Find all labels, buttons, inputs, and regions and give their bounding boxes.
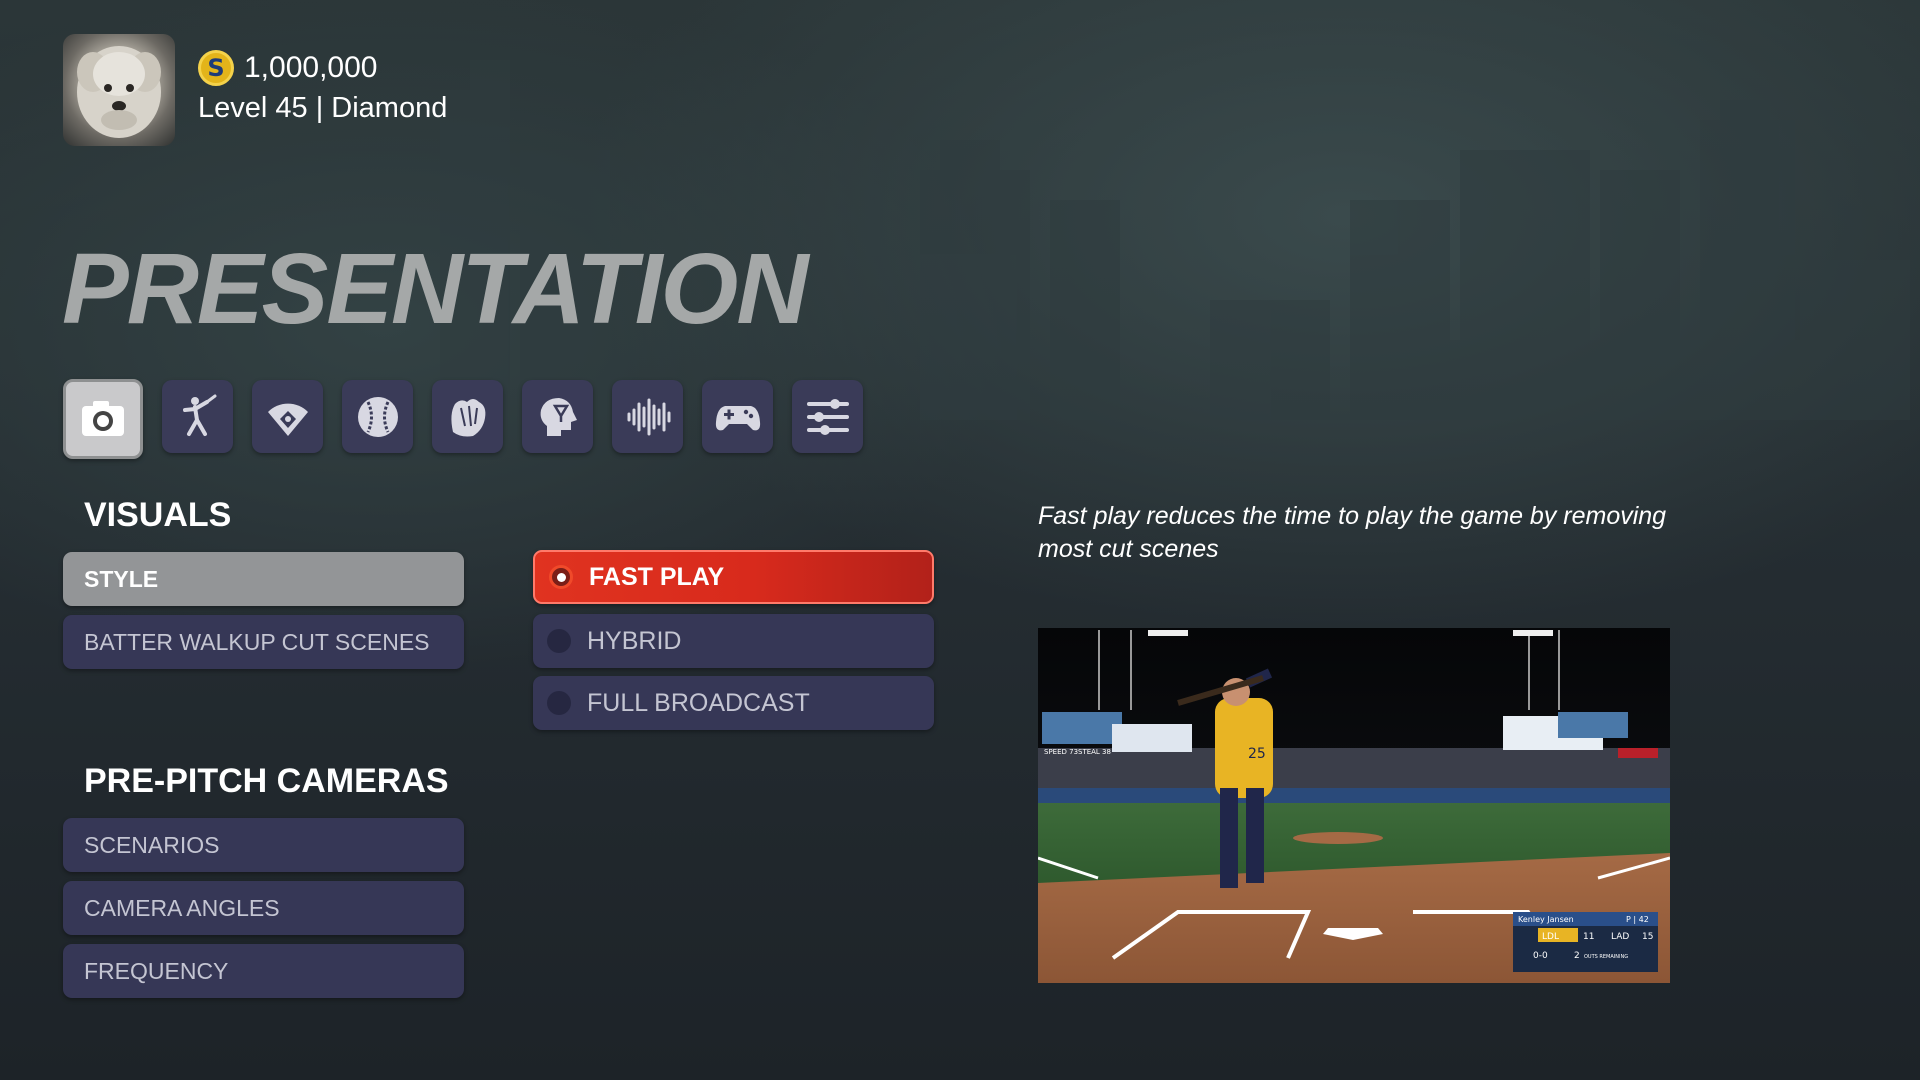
scorebug-pitcher: Kenley Jansen (1518, 915, 1574, 924)
scorebug-pitch-count: P | 42 (1626, 915, 1649, 924)
menu-item-batter-walkup-cut-scenes[interactable]: BATTER WALKUP CUT SCENES (63, 615, 464, 669)
stubs-coin-icon: S (198, 50, 234, 86)
option-hybrid[interactable]: HYBRID (533, 614, 934, 668)
gamepad-icon (715, 405, 760, 430)
tab-controls[interactable] (702, 380, 773, 453)
tab-strategy[interactable] (522, 380, 593, 453)
tab-audio[interactable] (612, 380, 683, 453)
baseball-icon (357, 396, 398, 437)
visuals-heading: VISUALS (84, 496, 232, 534)
menu-item-style[interactable]: STYLE (63, 552, 464, 606)
menu-item-label: CAMERA ANGLES (84, 894, 280, 921)
option-description: Fast play reduces the time to play the g… (1038, 502, 1667, 563)
option-fast-play[interactable]: FAST PLAY (533, 550, 934, 604)
preview-image: 25 SPEED 73 STEAL 38 Kenley Jansen P | 4… (1038, 628, 1670, 983)
page-title: PRESENTATION (62, 233, 809, 345)
radio-selected-icon (549, 565, 573, 589)
head-thought-icon (540, 397, 577, 436)
scorebug-outs-label: OUTS REMAINING (1584, 954, 1628, 960)
baseball-diamond-icon (267, 403, 308, 436)
pre-pitch-cameras-heading: PRE-PITCH CAMERAS (84, 762, 449, 800)
tab-camera[interactable] (63, 379, 143, 459)
player-avatar (63, 34, 175, 146)
menu-item-label: STYLE (84, 565, 159, 592)
coin-amount: 1,000,000 (244, 51, 378, 84)
option-label: HYBRID (587, 626, 682, 655)
batter-icon (182, 394, 216, 436)
option-label: FAST PLAY (589, 562, 725, 591)
tab-pitching[interactable] (342, 380, 413, 453)
jersey-number: 25 (1248, 746, 1266, 762)
menu-item-frequency[interactable]: FREQUENCY (63, 944, 464, 998)
scorebug-away-score: 11 (1583, 932, 1594, 942)
radio-empty-icon (547, 691, 571, 715)
menu-item-label: SCENARIOS (84, 831, 220, 858)
steal-rating: STEAL 38 (1078, 748, 1111, 756)
menu-item-scenarios[interactable]: SCENARIOS (63, 818, 464, 872)
scorebug-outs: 2 (1574, 951, 1580, 961)
scorebug-home-team: LAD (1611, 932, 1629, 942)
tab-field[interactable] (252, 380, 323, 453)
category-tab-bar (63, 379, 863, 459)
scorebug-away-team: LDL (1542, 932, 1559, 942)
radio-empty-icon (547, 629, 571, 653)
glove-icon (450, 398, 485, 436)
player-level: Level 45 | Diamond (198, 92, 448, 124)
menu-item-label: FREQUENCY (84, 957, 229, 984)
sliders-icon (806, 398, 849, 435)
tab-settings[interactable] (792, 380, 863, 453)
tab-batting[interactable] (162, 380, 233, 453)
menu-item-camera-angles[interactable]: CAMERA ANGLES (63, 881, 464, 935)
coin-balance: S 1,000,000 (198, 50, 377, 86)
camera-icon (82, 401, 124, 436)
scorebug-count: 0-0 (1533, 951, 1548, 961)
menu-item-label: BATTER WALKUP CUT SCENES (84, 628, 430, 655)
scorebug-home-score: 15 (1642, 932, 1653, 942)
option-full-broadcast[interactable]: FULL BROADCAST (533, 676, 934, 730)
speed-rating: SPEED 73 (1044, 748, 1078, 756)
option-label: FULL BROADCAST (587, 688, 810, 717)
tab-fielding[interactable] (432, 380, 503, 453)
audio-wave-icon (627, 398, 670, 435)
